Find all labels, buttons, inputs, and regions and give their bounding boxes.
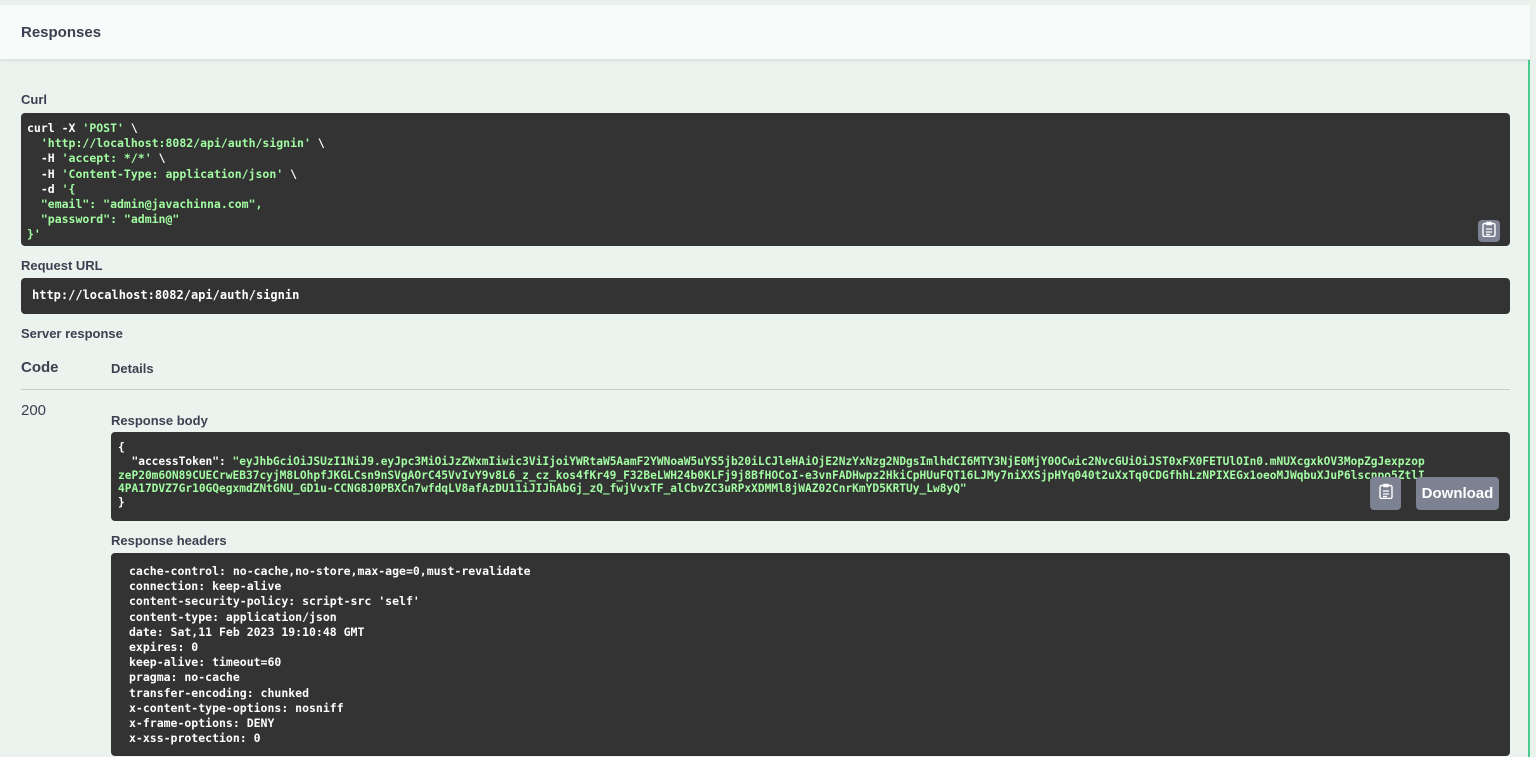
curl-line-tail: \ bbox=[310, 136, 325, 151]
curl-line: }' bbox=[27, 227, 1504, 242]
request-url-value: http://localhost:8082/api/auth/signin bbox=[32, 288, 300, 302]
code-column-header: Code bbox=[21, 359, 59, 376]
response-body-block[interactable]: { "accessToken": "eyJhbGciOiJSUzI1NiJ9.e… bbox=[111, 432, 1510, 521]
curl-line: 'http://localhost:8082/api/auth/signin' … bbox=[27, 136, 1504, 151]
response-header-line: transfer-encoding: chunked bbox=[129, 685, 310, 700]
curl-label: Curl bbox=[21, 92, 47, 107]
details-column-header: Details bbox=[111, 361, 154, 376]
curl-line-string: 'accept: */*' bbox=[61, 151, 152, 166]
response-header-line: expires: 0 bbox=[129, 640, 199, 655]
curl-line-plain: -d bbox=[27, 181, 62, 196]
curl-line: "password": "admin@" bbox=[27, 212, 1504, 227]
response-headers-label: Response headers bbox=[111, 533, 227, 548]
request-url-block[interactable]: http://localhost:8082/api/auth/signin bbox=[21, 278, 1510, 314]
response-headers-block[interactable]: cache-control: no-cache,no-store,max-age… bbox=[111, 553, 1510, 756]
curl-line: -H 'accept: */*' \ bbox=[27, 151, 1504, 166]
request-url-label: Request URL bbox=[21, 258, 103, 273]
response-header-line: pragma: no-cache bbox=[129, 670, 240, 685]
response-header-line: x-frame-options: DENY bbox=[129, 716, 275, 731]
response-header-line: x-xss-protection: 0 bbox=[129, 731, 261, 746]
clipboard-icon bbox=[1482, 221, 1496, 242]
response-header-line: content-type: application/json bbox=[129, 609, 337, 624]
curl-line: "email": "admin@javachinna.com", bbox=[27, 197, 1504, 212]
response-body-line-1: "accessToken": "eyJhbGciOiJSUzI1NiJ9.eyJ… bbox=[118, 455, 1503, 469]
curl-line-string: 'POST' bbox=[82, 121, 124, 135]
access-token-key: "accessToken": bbox=[118, 454, 233, 468]
response-header-line: content-security-policy: script-src 'sel… bbox=[129, 594, 420, 609]
curl-code-block[interactable]: curl -X 'POST' \ 'http://localhost:8082/… bbox=[21, 113, 1510, 246]
response-header-line: date: Sat,11 Feb 2023 19:10:48 GMT bbox=[129, 624, 365, 639]
server-response-label: Server response bbox=[21, 326, 123, 341]
access-token-value-1: "eyJhbGciOiJSUzI1NiJ9.eyJpc3MiOiJzZWxmIi… bbox=[232, 454, 1425, 468]
curl-line-plain: curl -X bbox=[27, 121, 83, 135]
curl-line-tail: \ bbox=[123, 121, 138, 135]
access-token-value-3: 4PA17DVZ7Gr10GQegxmdZNtGNU_GD1u-CCNG8J0P… bbox=[118, 482, 967, 496]
curl-line: -H 'Content-Type: application/json' \ bbox=[27, 167, 1504, 182]
curl-line-plain bbox=[27, 136, 41, 150]
copy-response-body-button[interactable] bbox=[1370, 477, 1401, 510]
curl-line-tail: \ bbox=[151, 151, 166, 166]
response-header-line: x-content-type-options: nosniff bbox=[129, 700, 344, 715]
curl-line-string: 'Content-Type: application/json' bbox=[61, 166, 284, 181]
curl-line-string: 'http://localhost:8082/api/auth/signin' bbox=[40, 136, 311, 151]
curl-line: curl -X 'POST' \ bbox=[27, 121, 1504, 136]
curl-line-string: "email": "admin@javachinna.com", bbox=[27, 197, 263, 212]
response-header-line: cache-control: no-cache,no-store,max-age… bbox=[129, 564, 531, 578]
curl-line-string: '{ bbox=[61, 181, 76, 196]
download-button[interactable]: Download bbox=[1416, 477, 1499, 510]
responses-title: Responses bbox=[21, 24, 102, 41]
curl-line-plain: -H bbox=[27, 151, 62, 166]
responses-header: Responses bbox=[0, 5, 1530, 60]
curl-command-text: curl -X 'POST' \ 'http://localhost:8082/… bbox=[27, 121, 1504, 243]
response-header-line: keep-alive: timeout=60 bbox=[129, 655, 282, 670]
table-divider bbox=[21, 389, 1510, 390]
response-header-line: connection: keep-alive bbox=[129, 579, 282, 594]
response-code: 200 bbox=[21, 402, 47, 419]
curl-line-string: }' bbox=[27, 227, 41, 242]
response-headers-list: cache-control: no-cache,no-store,max-age… bbox=[129, 564, 1492, 746]
clipboard-icon bbox=[1378, 483, 1393, 504]
curl-line-tail: \ bbox=[283, 166, 298, 181]
curl-line-plain: -H bbox=[27, 166, 62, 181]
response-body-close: } bbox=[118, 496, 125, 510]
access-token-value-2: zeP20m6ON89CUECrwEB37cyjM8LOhpfJKGLCsn9n… bbox=[118, 468, 1425, 482]
curl-line-string: "password": "admin@" bbox=[27, 212, 180, 227]
curl-line: -d '{ bbox=[27, 182, 1504, 197]
response-body-label: Response body bbox=[111, 413, 208, 428]
copy-curl-button[interactable] bbox=[1478, 220, 1500, 242]
response-body-open: { bbox=[118, 441, 125, 454]
